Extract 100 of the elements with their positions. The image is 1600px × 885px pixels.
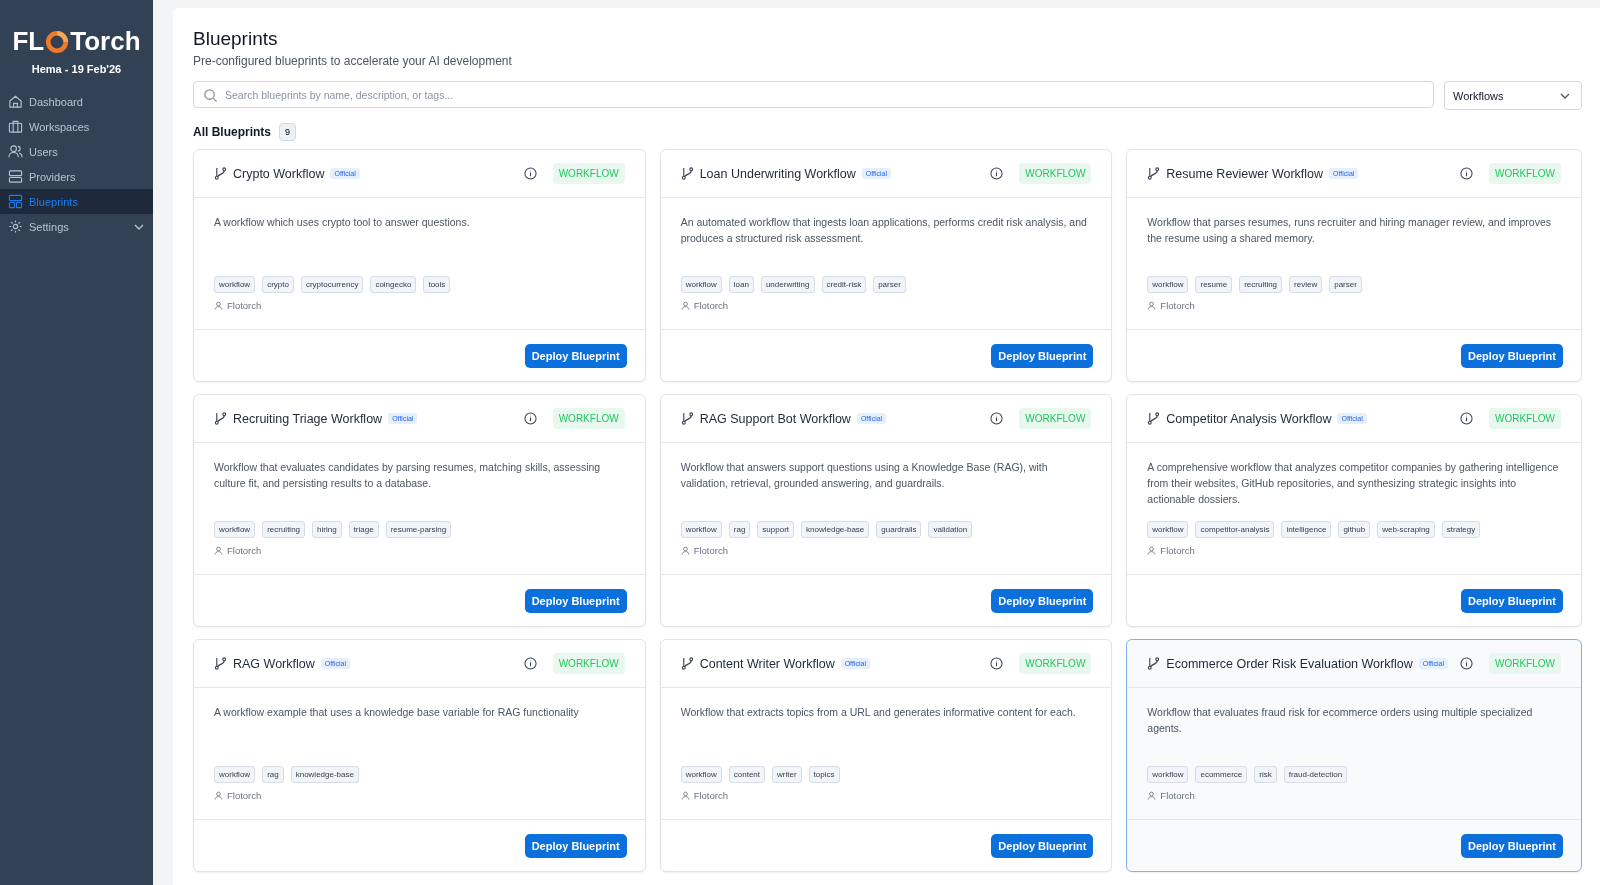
tag-chip: tools (423, 276, 451, 293)
info-icon[interactable] (1460, 167, 1473, 180)
type-badge: WORKFLOW (1489, 653, 1561, 674)
deploy-button[interactable]: Deploy Blueprint (524, 833, 627, 858)
page-subtitle: Pre-configured blueprints to accelerate your AI development (193, 54, 513, 68)
type-badge: WORKFLOW (1489, 408, 1561, 429)
deploy-button[interactable]: Deploy Blueprint (524, 343, 627, 368)
info-icon[interactable] (523, 657, 537, 670)
author-label: Flotorch (693, 790, 728, 801)
tag-chip: recruiting (1239, 276, 1283, 293)
deploy-button[interactable]: Deploy Blueprint (524, 588, 627, 613)
logo-ring-icon (45, 29, 70, 54)
card-title: Content Writer Workflow (699, 656, 835, 671)
card-description: A workflow example that uses a knowledge base variable for RAG functionality (214, 705, 580, 720)
tag-chip: ecommerce (1195, 766, 1248, 783)
author-label: Flotorch (1160, 790, 1195, 801)
layout-icon (8, 194, 23, 209)
deploy-button[interactable]: Deploy Blueprint (991, 833, 1094, 858)
deploy-button[interactable]: Deploy Blueprint (991, 588, 1094, 613)
nav-item[interactable]: Settings (0, 214, 153, 239)
tag-chip: guardrails (876, 521, 922, 538)
tag-chip: validation (928, 521, 973, 538)
gear-icon (8, 219, 23, 234)
tag-chip: intelligence (1281, 521, 1332, 538)
section-title: All Blueprints (193, 125, 271, 139)
info-icon[interactable] (523, 167, 537, 180)
card-description: An automated workflow that ingests loan applications, performs credit risk analysis, and produces a structured risk assessment. (680, 215, 1088, 246)
author-label: Flotorch (693, 545, 728, 556)
deploy-button[interactable]: Deploy Blueprint (1461, 833, 1563, 858)
users-icon (8, 144, 23, 159)
tag-chip: credit-risk (821, 276, 867, 293)
deploy-button[interactable]: Deploy Blueprint (1461, 588, 1563, 613)
tag-chip: workflow (680, 521, 722, 538)
card-title: Recruiting Triage Workflow (233, 411, 383, 426)
card-description: Workflow that evaluates fraud risk for ecommerce orders using multiple specialized agents. (1147, 705, 1534, 736)
type-badge: WORKFLOW (1019, 408, 1092, 429)
card-description: Workflow that parses resumes, runs recruiter and hiring manager review, and improves the resume using a shared memory. (1147, 215, 1552, 246)
tag-chip: workflow (1147, 521, 1189, 538)
type-badge: WORKFLOW (1489, 163, 1561, 184)
info-icon[interactable] (990, 657, 1004, 670)
nav-item[interactable]: Providers (0, 164, 153, 189)
branch-icon (680, 657, 694, 670)
card-title: Competitor Analysis Workflow (1166, 411, 1332, 426)
branch-icon (1147, 167, 1161, 180)
tag-chip: hiring (312, 521, 342, 538)
type-badge: WORKFLOW (552, 408, 625, 429)
branch-icon (214, 167, 227, 180)
type-badge: WORKFLOW (1019, 163, 1092, 184)
card-title: RAG Workflow (233, 656, 315, 671)
tag-chip: workflow (1147, 276, 1189, 293)
tag-chip: web-scraping (1377, 521, 1435, 538)
user-icon (214, 301, 223, 310)
nav-item[interactable]: Users (0, 139, 153, 164)
nav-item[interactable]: Dashboard (0, 89, 153, 114)
type-badge: WORKFLOW (552, 653, 625, 674)
author-label: Flotorch (1160, 300, 1195, 311)
count-badge: 9 (279, 123, 297, 141)
info-icon[interactable] (523, 412, 537, 425)
tag-chip: risk (1254, 766, 1277, 783)
card-description: Workflow that evaluates candidates by parsing resumes, matching skills, assessing culture fit, and persisting results to a database. (214, 460, 602, 491)
tag-chip: loan (728, 276, 754, 293)
card-description: A comprehensive workflow that analyzes competitor companies by gathering intelligence from their websites, GitHub repositories, and synthesizing strategic insights into actionable dossiers. (1147, 460, 1560, 507)
tag-chip: workflow (680, 766, 722, 783)
card-title: Resume Reviewer Workflow (1166, 166, 1324, 181)
tag-chip: parser (873, 276, 906, 293)
user-icon (1147, 791, 1157, 800)
author-label: Flotorch (227, 545, 262, 556)
tag-chip: triage (348, 521, 379, 538)
branch-icon (214, 657, 227, 670)
deploy-button[interactable]: Deploy Blueprint (1461, 343, 1563, 368)
deploy-button[interactable]: Deploy Blueprint (991, 343, 1094, 368)
card-title: Crypto Workflow (233, 166, 325, 181)
type-badge: WORKFLOW (1019, 653, 1092, 674)
user-icon (1147, 546, 1157, 555)
info-icon[interactable] (1460, 657, 1473, 670)
info-icon[interactable] (990, 167, 1004, 180)
card-description: A workflow which uses crypto tool to answer questions. (214, 215, 471, 230)
tag-chip: coingecko (370, 276, 417, 293)
tag-chip: resume (1195, 276, 1233, 293)
filter-dropdown[interactable]: Workflows (1444, 81, 1582, 110)
tag-chip: topics (808, 766, 840, 783)
user-icon (680, 301, 690, 310)
tag-chip: underwriting (760, 276, 815, 293)
search-field[interactable]: Search blueprints by name, description, or tags... (193, 81, 1434, 108)
nav-item[interactable]: Workspaces (0, 114, 153, 139)
user-icon (680, 546, 690, 555)
branch-icon (214, 412, 227, 425)
author-label: Flotorch (227, 300, 262, 311)
author-label: Flotorch (693, 300, 728, 311)
card-description: Workflow that extracts topics from a URL and generates informative content for each. (680, 705, 1077, 720)
tag-chip: workflow (214, 521, 256, 538)
tag-chip: strategy (1441, 521, 1481, 538)
tag-chip: cryptocurrency (300, 276, 364, 293)
tag-chip: knowledge-base (801, 521, 870, 538)
tag-chip: content (728, 766, 766, 783)
author-label: Flotorch (1160, 545, 1195, 556)
info-icon[interactable] (990, 412, 1004, 425)
nav-item[interactable]: Blueprints (0, 189, 153, 214)
tag-chip: competitor-analysis (1195, 521, 1275, 538)
info-icon[interactable] (1460, 412, 1473, 425)
